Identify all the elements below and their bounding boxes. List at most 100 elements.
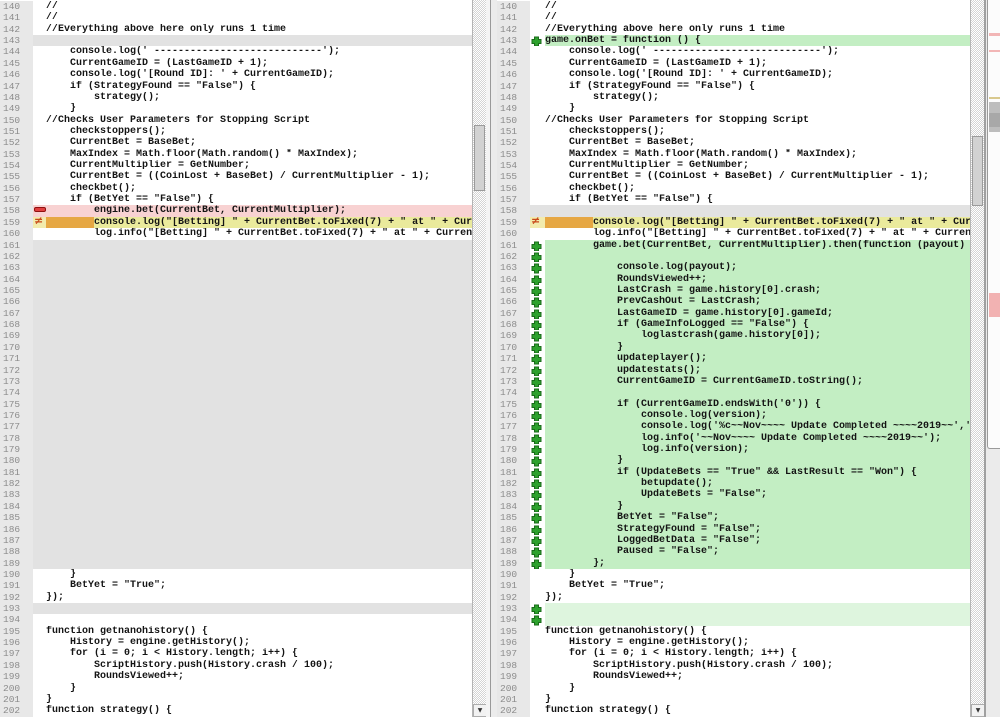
code-line[interactable]: CurrentBet = ((CoinLost + BaseBet) / Cur… (545, 171, 970, 182)
code-line[interactable]: LoggedBetData = "False"; (545, 535, 970, 546)
code-line[interactable]: // (545, 1, 970, 12)
code-line[interactable]: //Checks User Parameters for Stopping Sc… (46, 115, 472, 126)
code-line[interactable]: CurrentGameID = (LastGameID + 1); (545, 58, 970, 69)
code-line[interactable] (46, 489, 472, 500)
code-line[interactable]: function getnanohistory() { (46, 626, 472, 637)
code-line[interactable]: if (StrategyFound == "False") { (545, 81, 970, 92)
code-line[interactable]: BetYet = "True"; (46, 580, 472, 591)
code-line[interactable] (46, 342, 472, 353)
code-line[interactable] (46, 603, 472, 614)
code-line[interactable] (545, 205, 970, 216)
code-line[interactable]: for (i = 0; i < History.length; i++) { (545, 648, 970, 659)
code-line[interactable]: strategy(); (545, 92, 970, 103)
code-line[interactable]: CurrentGameID = (LastGameID + 1); (46, 58, 472, 69)
code-line[interactable] (46, 296, 472, 307)
right-scrollbar[interactable]: ▼ (970, 0, 984, 717)
right-scroll-down-button[interactable]: ▼ (971, 704, 985, 717)
code-line[interactable]: MaxIndex = Math.floor(Math.random() * Ma… (545, 149, 970, 160)
code-line[interactable]: ScriptHistory.push(History.crash / 100); (545, 660, 970, 671)
code-line[interactable]: LastCrash = game.history[0].crash; (545, 285, 970, 296)
code-line[interactable]: checkstoppers(); (545, 126, 970, 137)
code-line[interactable]: log.info(version); (545, 444, 970, 455)
code-line[interactable]: //Checks User Parameters for Stopping Sc… (545, 115, 970, 126)
code-line[interactable]: checkbet(); (545, 183, 970, 194)
code-line[interactable]: } (545, 694, 970, 705)
left-editor-pane[interactable]: 140//141//142//Everything above here onl… (0, 0, 472, 717)
code-line[interactable]: //Everything above here only runs 1 time (46, 24, 472, 35)
left-scrollbar[interactable]: ▼ (472, 0, 486, 717)
code-line[interactable] (46, 558, 472, 569)
code-line[interactable] (46, 421, 472, 432)
code-line[interactable]: function strategy() { (46, 705, 472, 716)
code-line[interactable]: updatestats(); (545, 365, 970, 376)
code-line[interactable]: if (BetYet == "False") { (545, 194, 970, 205)
code-line[interactable]: RoundsViewed++; (545, 671, 970, 682)
code-line[interactable] (46, 387, 472, 398)
code-line[interactable]: log.info("[Betting] " + CurrentBet.toFix… (46, 228, 472, 239)
left-scroll-down-button[interactable]: ▼ (473, 704, 487, 717)
code-line[interactable] (46, 376, 472, 387)
code-line[interactable] (46, 524, 472, 535)
code-line[interactable]: if (GameInfoLogged == "False") { (545, 319, 970, 330)
code-line[interactable]: PrevCashOut = LastCrash; (545, 296, 970, 307)
code-line[interactable]: RoundsViewed++; (46, 671, 472, 682)
code-line[interactable] (46, 262, 472, 273)
code-line[interactable] (46, 319, 472, 330)
code-line[interactable]: if (StrategyFound == "False") { (46, 81, 472, 92)
code-line[interactable]: CurrentBet = ((CoinLost + BaseBet) / Cur… (46, 171, 472, 182)
code-line[interactable]: } (545, 342, 970, 353)
code-line[interactable]: betupdate(); (545, 478, 970, 489)
code-line[interactable]: if (CurrentGameID.endsWith('0')) { (545, 399, 970, 410)
code-line[interactable]: console.log('%c~~Nov~~~~ Update Complete… (545, 421, 970, 432)
code-line[interactable]: UpdateBets = "False"; (545, 489, 970, 500)
code-line[interactable]: engine.bet(CurrentBet, CurrentMultiplier… (46, 205, 472, 216)
code-line[interactable]: } (46, 569, 472, 580)
code-line[interactable]: console.log('[Round ID]: ' + CurrentGame… (545, 69, 970, 80)
code-line[interactable]: updateplayer(); (545, 353, 970, 364)
code-line[interactable]: ScriptHistory.push(History.crash / 100); (46, 660, 472, 671)
code-line[interactable]: }; (545, 558, 970, 569)
code-line[interactable]: console.log("[Betting] " + CurrentBet.to… (545, 217, 970, 228)
code-line[interactable]: CurrentBet = BaseBet; (46, 137, 472, 148)
code-line[interactable]: BetYet = "False"; (545, 512, 970, 523)
code-line[interactable]: log.info("[Betting] " + CurrentBet.toFix… (545, 228, 970, 239)
code-line[interactable] (46, 353, 472, 364)
code-line[interactable]: checkbet(); (46, 183, 472, 194)
code-line[interactable] (46, 535, 472, 546)
code-line[interactable]: function strategy() { (545, 705, 970, 716)
code-line[interactable] (545, 614, 970, 625)
code-line[interactable]: History = engine.getHistory(); (46, 637, 472, 648)
code-line[interactable]: MaxIndex = Math.floor(Math.random() * Ma… (46, 149, 472, 160)
code-line[interactable]: function getnanohistory() { (545, 626, 970, 637)
code-line[interactable] (46, 399, 472, 410)
code-line[interactable]: } (545, 455, 970, 466)
code-line[interactable]: game.onBet = function () { (545, 35, 970, 46)
code-line[interactable] (46, 614, 472, 625)
code-line[interactable] (46, 433, 472, 444)
code-line[interactable] (46, 455, 472, 466)
code-line[interactable]: checkstoppers(); (46, 126, 472, 137)
code-line[interactable] (46, 240, 472, 251)
code-line[interactable]: CurrentMultiplier = GetNumber; (46, 160, 472, 171)
code-line[interactable]: } (46, 694, 472, 705)
code-line[interactable] (46, 35, 472, 46)
code-line[interactable]: loglastcrash(game.history[0]); (545, 330, 970, 341)
code-line[interactable]: log.info('~~Nov~~~~ Update Completed ~~~… (545, 433, 970, 444)
code-line[interactable]: game.bet(CurrentBet, CurrentMultiplier).… (545, 240, 970, 251)
code-line[interactable]: Paused = "False"; (545, 546, 970, 557)
code-line[interactable]: } (545, 103, 970, 114)
code-line[interactable] (46, 467, 472, 478)
code-line[interactable] (46, 365, 472, 376)
code-line[interactable]: }); (46, 592, 472, 603)
code-line[interactable]: console.log(' --------------------------… (46, 46, 472, 57)
code-line[interactable]: console.log('[Round ID]: ' + CurrentGame… (46, 69, 472, 80)
code-line[interactable]: // (545, 12, 970, 23)
code-line[interactable] (46, 251, 472, 262)
code-line[interactable]: BetYet = "True"; (545, 580, 970, 591)
code-line[interactable]: if (UpdateBets == "True" && LastResult =… (545, 467, 970, 478)
code-line[interactable] (46, 512, 472, 523)
code-line[interactable]: } (545, 569, 970, 580)
pane-splitter[interactable] (486, 0, 497, 717)
code-line[interactable] (46, 546, 472, 557)
left-scrollbar-thumb[interactable] (474, 125, 485, 191)
